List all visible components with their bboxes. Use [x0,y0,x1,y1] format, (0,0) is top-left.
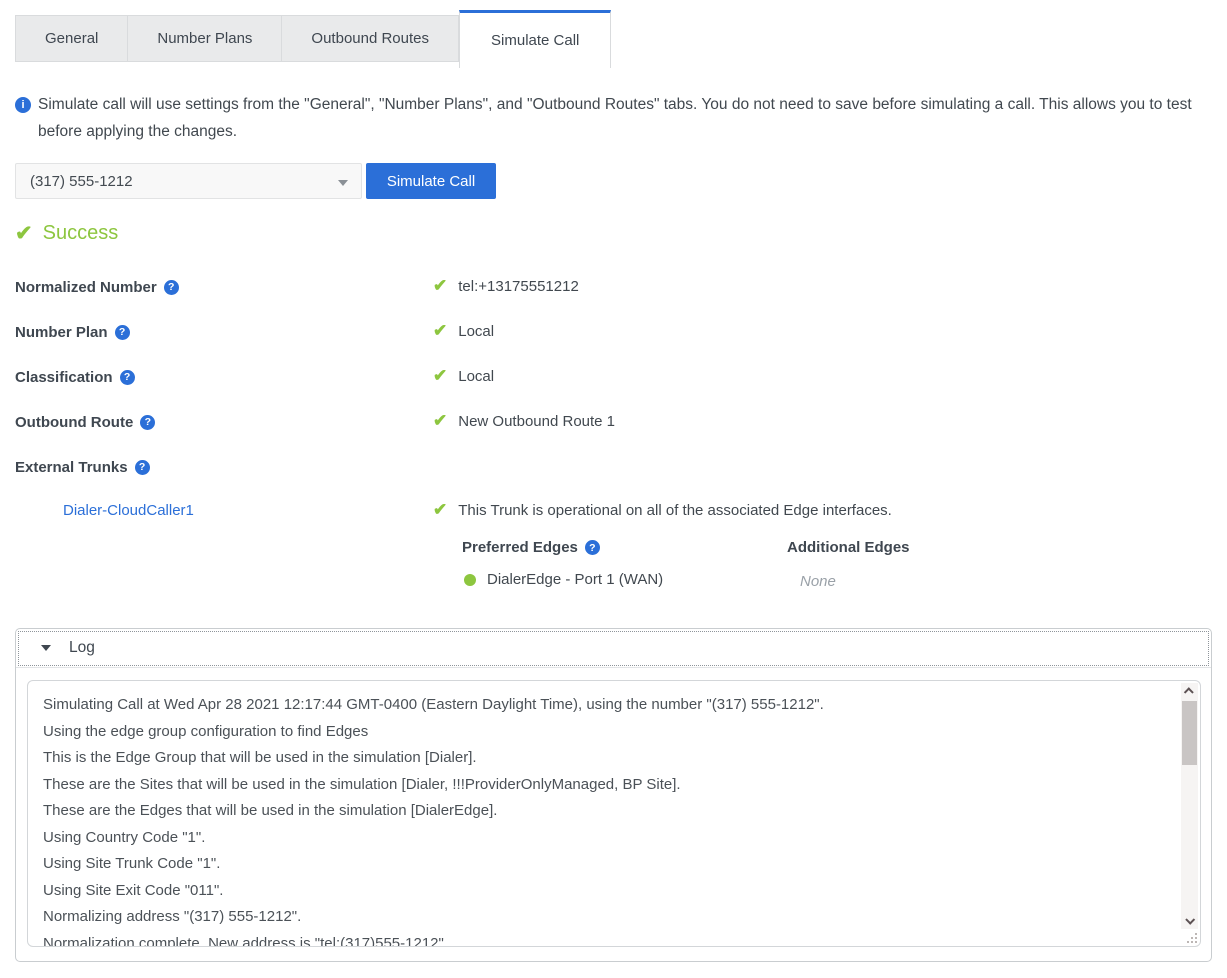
check-icon: ✔ [433,276,447,296]
tab-outbound-routes-label: Outbound Routes [311,30,429,47]
additional-edges-header: Additional Edges [787,539,910,556]
success-label: Success [43,222,119,245]
log-textarea[interactable]: Simulating Call at Wed Apr 28 2021 12:17… [27,680,1201,947]
external-trunks-label: External Trunks [15,459,128,476]
tab-number-plans-label: Number Plans [157,30,252,47]
log-line: Using Site Trunk Code "1". [43,851,1170,878]
simulate-call-page: General Number Plans Outbound Routes Sim… [0,0,1227,978]
collapse-triangle-icon [41,645,51,651]
outbound-route-value: ✔ New Outbound Route 1 [433,411,615,431]
number-plan-value: ✔ Local [433,321,494,341]
number-plan-label: Number Plan [15,324,108,341]
classification-value: ✔ Local [433,366,494,386]
check-icon: ✔ [433,366,447,386]
help-icon[interactable]: ? [115,325,130,340]
log-line: This is the Edge Group that will be used… [43,745,1170,772]
check-icon: ✔ [15,221,33,246]
row-outbound-route: Outbound Route ? ✔ New Outbound Route 1 [15,411,155,433]
normalized-number-value: ✔ tel:+13175551212 [433,276,579,296]
preferred-edges-header: Preferred Edges ? [462,539,600,556]
check-icon: ✔ [433,321,447,341]
tab-outbound-routes[interactable]: Outbound Routes [282,15,459,62]
row-number-plan: Number Plan ? ✔ Local [15,321,130,343]
check-icon: ✔ [433,411,447,431]
chevron-down-icon [338,180,348,186]
preferred-edge-item: DialerEdge - Port 1 (WAN) [464,571,663,588]
log-scrollbar[interactable] [1181,683,1198,929]
tab-general-label: General [45,30,98,47]
log-line: Simulating Call at Wed Apr 28 2021 12:17… [43,692,1170,719]
tab-bar: General Number Plans Outbound Routes Sim… [15,10,611,68]
log-lines: Simulating Call at Wed Apr 28 2021 12:17… [28,681,1200,947]
log-line: Normalization complete. New address is "… [43,931,1170,948]
log-line: Using Site Exit Code "011". [43,878,1170,905]
log-panel: Log Simulating Call at Wed Apr 28 2021 1… [15,628,1212,962]
tab-number-plans[interactable]: Number Plans [128,15,282,62]
normalized-number-label: Normalized Number [15,279,157,296]
scrollbar-thumb[interactable] [1182,701,1197,765]
info-note: i Simulate call will use settings from t… [15,91,1205,145]
check-icon: ✔ [433,500,447,520]
trunk-link[interactable]: Dialer-CloudCaller1 [63,502,194,519]
preferred-edge-name: DialerEdge - Port 1 (WAN) [487,571,663,588]
help-icon[interactable]: ? [140,415,155,430]
simulate-call-button[interactable]: Simulate Call [366,163,496,199]
log-line: Using the edge group configuration to fi… [43,719,1170,746]
log-line: Using Country Code "1". [43,825,1170,852]
log-line: These are the Edges that will be used in… [43,798,1170,825]
row-classification: Classification ? ✔ Local [15,366,135,388]
trunk-status: ✔ This Trunk is operational on all of th… [433,500,892,520]
tab-simulate-call[interactable]: Simulate Call [459,10,611,68]
log-title: Log [69,639,95,657]
tab-simulate-call-label: Simulate Call [491,32,579,49]
help-icon[interactable]: ? [135,460,150,475]
log-line: Normalizing address "(317) 555-1212". [43,904,1170,931]
scroll-up-arrow-icon[interactable] [1181,683,1198,700]
log-line: These are the Sites that will be used in… [43,772,1170,799]
resize-grip-icon[interactable] [1185,931,1197,943]
info-icon: i [15,97,31,113]
info-note-text: Simulate call will use settings from the… [38,96,1192,140]
scroll-down-arrow-icon[interactable] [1181,912,1198,929]
classification-label: Classification [15,369,113,386]
success-status: ✔ Success [15,221,118,246]
phone-number-value: (317) 555-1212 [30,173,133,190]
log-collapse-header[interactable]: Log [16,629,1211,668]
row-normalized-number: Normalized Number ? ✔ tel:+13175551212 [15,276,179,298]
outbound-route-label: Outbound Route [15,414,133,431]
simulate-controls: (317) 555-1212 Simulate Call [15,163,496,199]
additional-edge-none: None [800,573,836,590]
edge-status-dot [464,574,476,586]
help-icon[interactable]: ? [164,280,179,295]
tab-general[interactable]: General [15,15,128,62]
phone-number-select[interactable]: (317) 555-1212 [15,163,362,199]
help-icon[interactable]: ? [585,540,600,555]
help-icon[interactable]: ? [120,370,135,385]
row-external-trunks: External Trunks ? [15,456,150,478]
